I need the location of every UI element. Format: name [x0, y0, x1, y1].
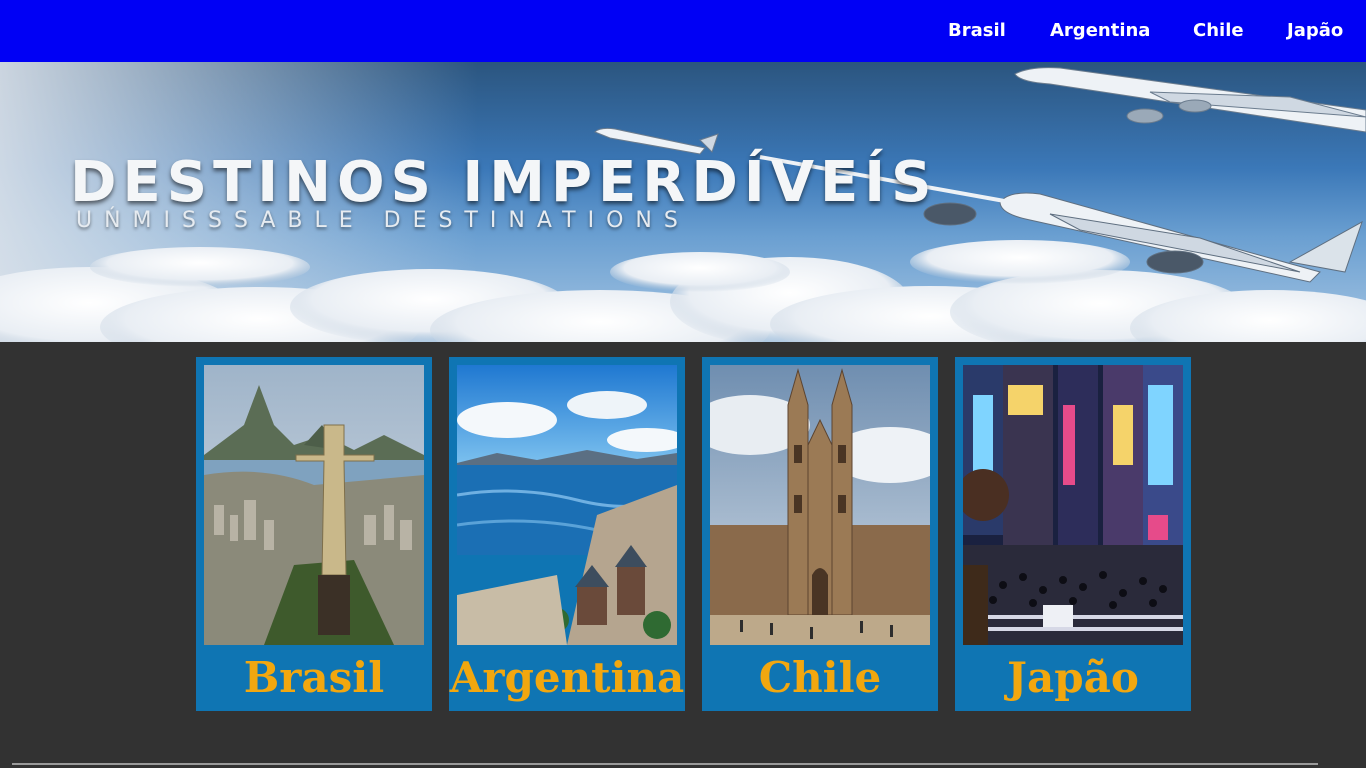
- nav-link-argentina[interactable]: Argentina: [1050, 20, 1150, 41]
- card-photo-chile: [710, 365, 930, 645]
- cathedral-photo: [710, 365, 930, 645]
- card-photo-japao: [963, 365, 1183, 645]
- top-navbar: Brasil Argentina Chile Japão: [0, 0, 1366, 62]
- footer-divider: [12, 763, 1318, 765]
- hero-title: DESTINOS IMPERDÍVEÍS: [70, 150, 938, 215]
- card-chile[interactable]: Chile: [702, 357, 938, 711]
- card-photo-argentina: [457, 365, 677, 645]
- bariloche-photo: [457, 365, 677, 645]
- nav-link-brasil[interactable]: Brasil: [948, 20, 1006, 41]
- card-label-chile: Chile: [758, 653, 882, 702]
- card-label-brasil: Brasil: [243, 653, 385, 702]
- rio-de-janeiro-photo: [204, 365, 424, 645]
- nav-link-japao[interactable]: Japão: [1287, 20, 1343, 41]
- card-label-argentina: Argentina: [449, 653, 685, 702]
- hero-banner: DESTINOS IMPERDÍVEÍS UŃMISSSABLE DESTINA…: [0, 62, 1366, 342]
- card-argentina[interactable]: Argentina: [449, 357, 685, 711]
- hero-subtitle: UŃMISSSABLE DESTINATIONS: [76, 208, 690, 233]
- card-brasil[interactable]: Brasil: [196, 357, 432, 711]
- card-photo-brasil: [204, 365, 424, 645]
- card-label-japao: Japão: [1007, 653, 1139, 702]
- nav-link-chile[interactable]: Chile: [1193, 20, 1244, 41]
- tokyo-night-photo: [963, 365, 1183, 645]
- card-japao[interactable]: Japão: [955, 357, 1191, 711]
